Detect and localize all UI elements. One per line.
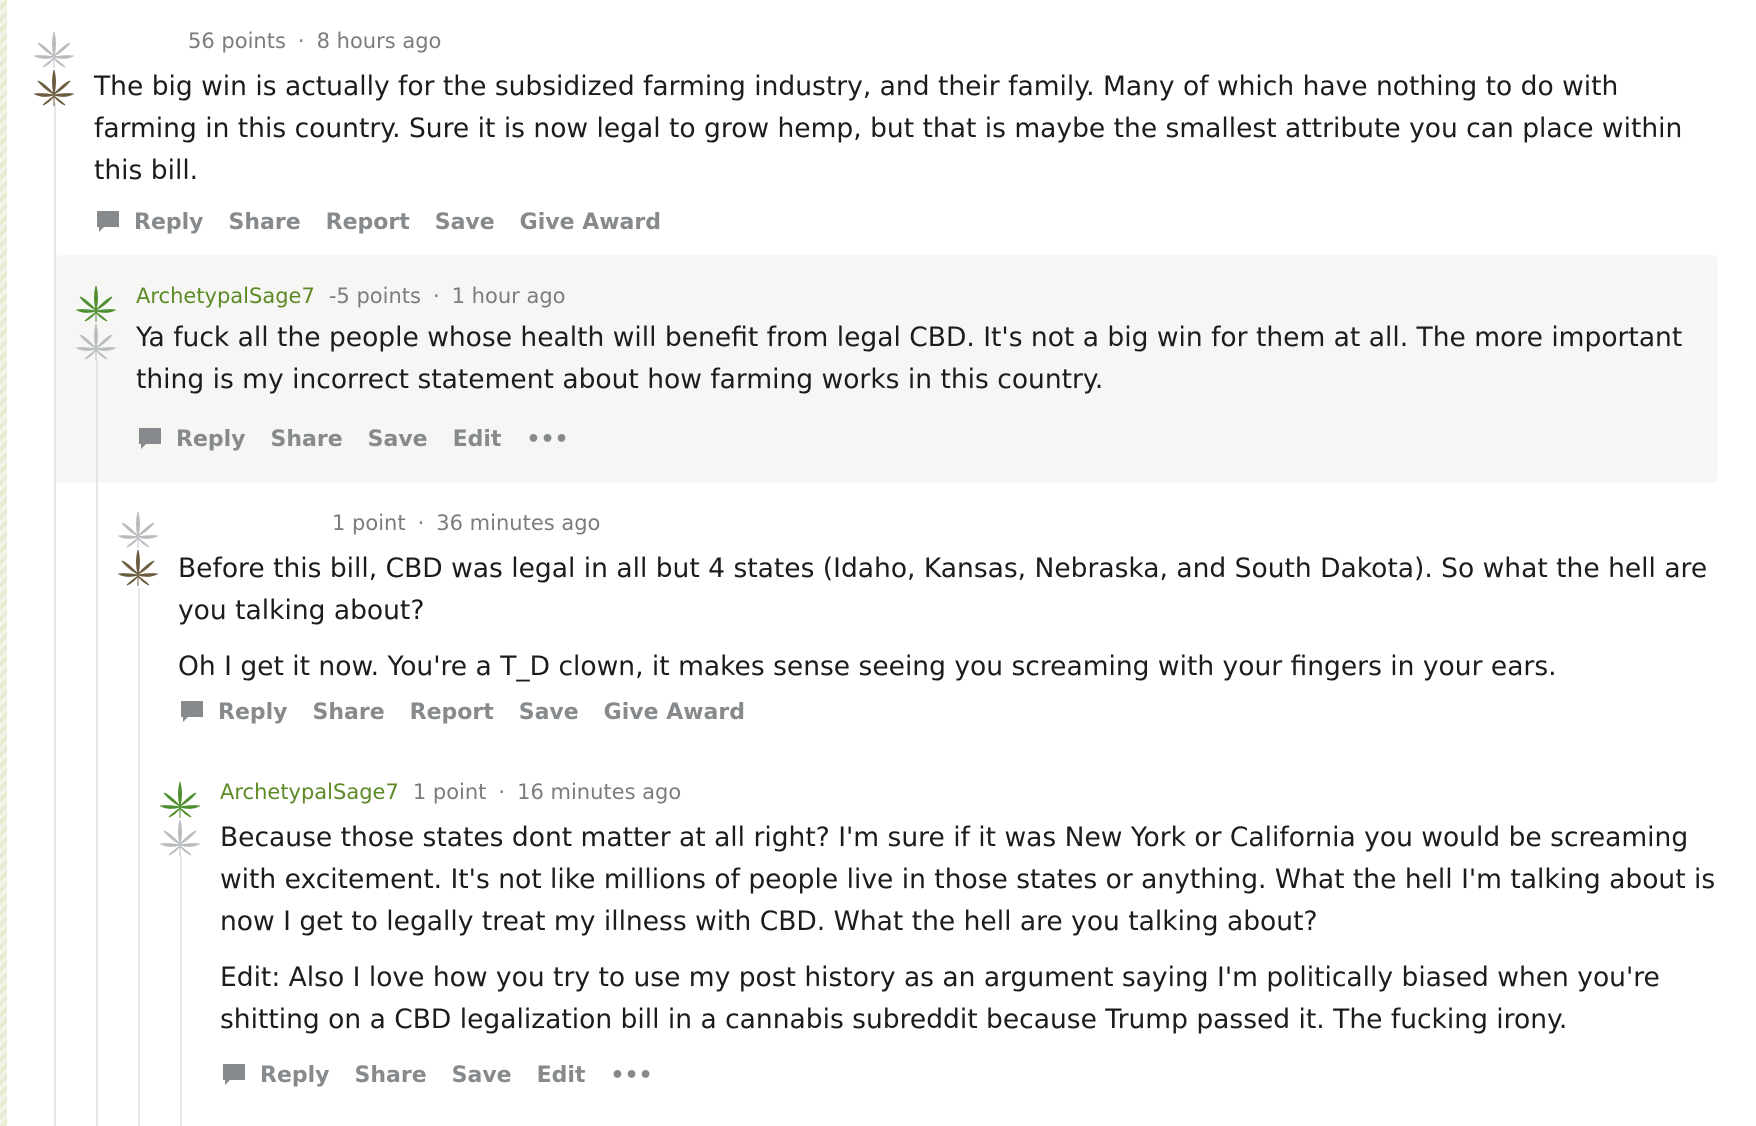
save-button[interactable]: Save bbox=[435, 210, 495, 235]
separator: · bbox=[432, 284, 440, 308]
save-button[interactable]: Save bbox=[368, 427, 428, 452]
comment-actions: Reply Share Save Edit ••• bbox=[220, 1055, 678, 1095]
comment-body: The big win is actually for the subsidiz… bbox=[94, 66, 1714, 206]
vote-column bbox=[76, 284, 116, 362]
gray-leaf-icon[interactable] bbox=[160, 818, 200, 858]
page-edge bbox=[0, 0, 7, 1126]
speech-bubble-icon bbox=[97, 211, 119, 232]
thread-line bbox=[180, 856, 182, 1126]
gray-leaf-icon[interactable] bbox=[118, 510, 158, 550]
comment-paragraph: Ya fuck all the people whose health will… bbox=[136, 322, 1683, 395]
comment-actions: Reply Share Report Save Give Award bbox=[178, 692, 770, 732]
report-button[interactable]: Report bbox=[410, 700, 494, 725]
speech-bubble-icon bbox=[223, 1064, 245, 1085]
more-options-button[interactable]: ••• bbox=[526, 427, 568, 452]
separator: · bbox=[297, 29, 305, 53]
green-leaf-icon[interactable] bbox=[160, 780, 200, 820]
comment-meta: ArchetypalSage7 1 point · 16 minutes ago bbox=[220, 777, 681, 807]
comment-meta: 1 point · 36 minutes ago bbox=[332, 508, 600, 538]
comment-meta: 56 points · 8 hours ago bbox=[188, 26, 441, 56]
timestamp[interactable]: 1 hour ago bbox=[452, 284, 566, 308]
brown-leaf-icon[interactable] bbox=[34, 68, 74, 108]
reply-label: Reply bbox=[176, 426, 246, 452]
edit-button[interactable]: Edit bbox=[453, 427, 502, 452]
gray-leaf-icon[interactable] bbox=[34, 30, 74, 70]
thread-line bbox=[138, 588, 140, 1126]
author-link[interactable]: ArchetypalSage7 bbox=[136, 284, 315, 308]
separator: · bbox=[498, 780, 506, 804]
reply-button[interactable]: Reply bbox=[94, 208, 204, 236]
gray-leaf-icon[interactable] bbox=[76, 322, 116, 362]
comment-paragraph: The big win is actually for the subsidiz… bbox=[94, 71, 1683, 186]
comment-body: Before this bill, CBD was legal in all b… bbox=[178, 548, 1718, 702]
green-leaf-icon[interactable] bbox=[76, 284, 116, 324]
comment-body: Ya fuck all the people whose health will… bbox=[136, 317, 1706, 415]
reply-button[interactable]: Reply bbox=[178, 698, 288, 726]
comment-actions: Reply Share Save Edit ••• bbox=[136, 419, 594, 459]
share-button[interactable]: Share bbox=[229, 210, 301, 235]
reply-button[interactable]: Reply bbox=[136, 425, 246, 453]
timestamp[interactable]: 16 minutes ago bbox=[517, 780, 681, 804]
report-button[interactable]: Report bbox=[326, 210, 410, 235]
author-link[interactable]: ArchetypalSage7 bbox=[220, 780, 399, 804]
brown-leaf-icon[interactable] bbox=[118, 548, 158, 588]
separator: · bbox=[417, 511, 425, 535]
thread-line bbox=[54, 103, 56, 1126]
speech-bubble-icon bbox=[181, 701, 203, 722]
timestamp[interactable]: 8 hours ago bbox=[317, 29, 442, 53]
reply-label: Reply bbox=[260, 1062, 330, 1088]
give-award-button[interactable]: Give Award bbox=[604, 700, 745, 725]
vote-column bbox=[160, 780, 200, 858]
more-options-button[interactable]: ••• bbox=[610, 1063, 652, 1088]
timestamp[interactable]: 36 minutes ago bbox=[436, 511, 600, 535]
comment-paragraph: Before this bill, CBD was legal in all b… bbox=[178, 553, 1708, 626]
reply-label: Reply bbox=[218, 699, 288, 725]
comment-meta: ArchetypalSage7 -5 points · 1 hour ago bbox=[136, 281, 566, 311]
share-button[interactable]: Share bbox=[355, 1063, 427, 1088]
vote-column bbox=[118, 510, 158, 588]
reply-label: Reply bbox=[134, 209, 204, 235]
comment-body: Because those states dont matter at all … bbox=[220, 817, 1730, 1055]
save-button[interactable]: Save bbox=[452, 1063, 512, 1088]
points: 1 point bbox=[332, 511, 406, 535]
comment-paragraph: Oh I get it now. You're a T_D clown, it … bbox=[178, 651, 1557, 682]
share-button[interactable]: Share bbox=[271, 427, 343, 452]
comment-actions: Reply Share Report Save Give Award bbox=[94, 202, 686, 242]
save-button[interactable]: Save bbox=[519, 700, 579, 725]
vote-column bbox=[34, 30, 74, 108]
points: 56 points bbox=[188, 29, 286, 53]
points: -5 points bbox=[328, 284, 421, 308]
give-award-button[interactable]: Give Award bbox=[520, 210, 661, 235]
reply-button[interactable]: Reply bbox=[220, 1061, 330, 1089]
thread-line bbox=[96, 360, 98, 1126]
share-button[interactable]: Share bbox=[313, 700, 385, 725]
points: 1 point bbox=[412, 780, 487, 804]
speech-bubble-icon bbox=[139, 428, 161, 449]
comment-paragraph: Because those states dont matter at all … bbox=[220, 822, 1716, 937]
comment-paragraph: Edit: Also I love how you try to use my … bbox=[220, 962, 1660, 1035]
edit-button[interactable]: Edit bbox=[537, 1063, 586, 1088]
